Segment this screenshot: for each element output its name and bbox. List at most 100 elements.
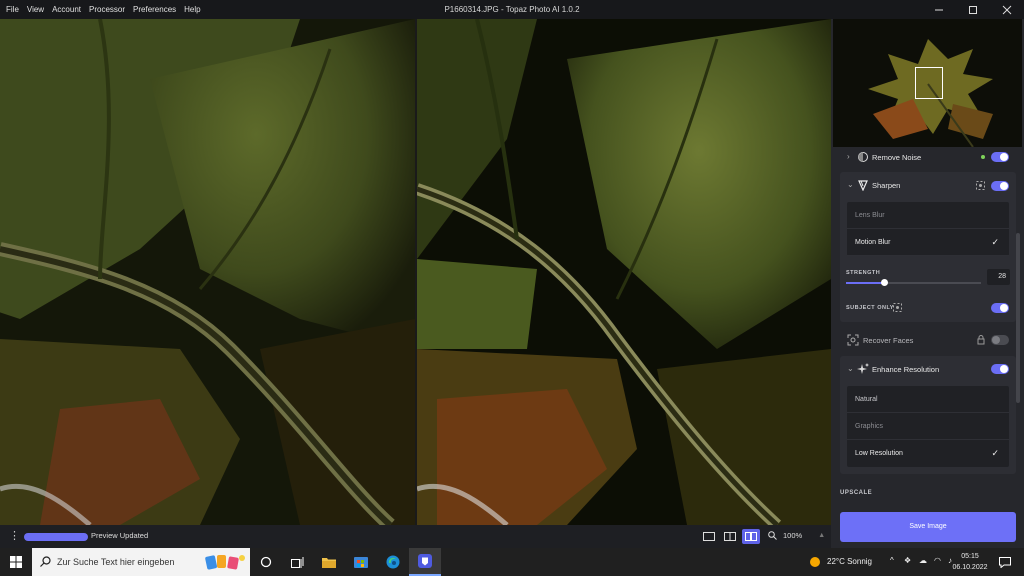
status-text: Preview Updated [91,531,149,540]
topaz-taskbar-button[interactable] [409,548,441,576]
title-bar: File View Account Processor Preferences … [0,0,1024,19]
menu-file[interactable]: File [6,5,19,14]
panel-scrollbar[interactable] [1016,148,1020,548]
option-natural[interactable]: Natural [847,386,1009,413]
menu-preferences[interactable]: Preferences [133,5,176,14]
topaz-app-icon [418,554,432,568]
zoom-up-icon[interactable]: ▲ [818,532,825,539]
taskbar-clock[interactable]: 05:15 06.10.2022 [950,551,990,573]
chevron-right-icon: › [847,152,850,161]
strength-slider-handle[interactable] [881,279,888,286]
scrollbar-thumb[interactable] [1016,233,1020,403]
zoom-icon [768,531,777,540]
processed-preview[interactable] [417,19,831,525]
taskbar-search[interactable]: Zur Suche Text hier eingeben [32,548,250,576]
windows-taskbar: Zur Suche Text hier eingeben 22°C Sonnig… [0,548,1024,576]
strength-slider[interactable] [846,279,981,286]
strength-slider-fill [846,282,884,284]
single-view-icon [703,532,715,541]
menu-account[interactable]: Account [52,5,81,14]
enhance-resolution-label: Enhance Resolution [872,365,940,374]
menu-view[interactable]: View [27,5,44,14]
sharpen-toggle[interactable] [991,181,1009,191]
search-placeholder: Zur Suche Text hier eingeben [57,557,175,567]
check-icon: ✓ [991,237,999,247]
maximize-button[interactable] [956,0,990,19]
task-view-button[interactable] [281,548,313,576]
edge-button[interactable] [377,548,409,576]
store-button[interactable] [345,548,377,576]
check-icon: ✓ [991,448,999,458]
edge-icon [386,555,400,569]
chevron-down-icon: ⌄ [847,364,854,373]
notification-button[interactable] [990,548,1020,576]
enhance-resolution-toggle[interactable] [991,364,1009,374]
preview-area[interactable] [0,19,831,525]
onedrive-icon[interactable]: ☁ [919,556,927,565]
recover-faces-section: Recover Faces [840,327,1016,353]
progress-bar [24,533,88,541]
option-low-resolution-label: Low Resolution [855,450,903,457]
save-image-button[interactable]: Save Image [840,512,1016,542]
chevron-down-icon: ⌄ [847,180,854,189]
navigator-viewport-box[interactable] [915,67,943,99]
sharpen-icon [858,180,868,191]
folder-icon [322,558,336,568]
recover-faces-icon [847,334,859,346]
menu-processor[interactable]: Processor [89,5,125,14]
remove-noise-section: › Remove Noise [840,148,1016,167]
enhance-model-list: Natural Graphics Low Resolution ✓ [847,386,1009,467]
subject-detect-icon[interactable] [976,181,985,190]
clock-time: 05:15 [961,553,979,560]
option-motion-blur[interactable]: Motion Blur ✓ [847,229,1009,256]
menu-bar: File View Account Processor Preferences … [6,0,201,19]
recover-faces-toggle[interactable] [991,335,1009,345]
single-view-button[interactable] [700,529,718,544]
tray-chevron-up-icon[interactable]: ^ [890,556,894,565]
recover-faces-label: Recover Faces [863,336,914,345]
start-button[interactable] [0,548,32,576]
sparkle-icon [857,363,869,374]
sharpen-header[interactable]: ⌄ Sharpen [840,172,1016,200]
remove-noise-toggle[interactable] [991,152,1009,162]
subject-only-toggle[interactable] [991,303,1009,313]
recover-faces-header[interactable]: Recover Faces [840,327,1016,353]
side-by-side-icon [745,532,757,541]
status-dot [981,155,985,159]
subject-only-label: SUBJECT ONLY [846,305,894,311]
minimize-icon [935,9,943,10]
wifi-icon[interactable]: ◠ [934,556,941,565]
minimize-button[interactable] [922,0,956,19]
navigator-thumbnail[interactable] [833,19,1022,147]
option-low-resolution[interactable]: Low Resolution ✓ [847,440,1009,467]
side-by-side-view-button[interactable] [742,529,760,544]
dropbox-icon[interactable]: ❖ [904,556,911,565]
file-explorer-button[interactable] [313,548,345,576]
subject-only-icon [893,303,902,312]
weather-sun-icon [810,557,820,567]
close-button[interactable] [990,0,1024,19]
sharpen-section: ⌄ Sharpen Lens Blur Motion Blur ✓ STRENGT… [840,172,1016,322]
notification-icon [999,556,1011,568]
cortana-button[interactable] [250,548,282,576]
original-preview[interactable] [0,19,415,525]
option-graphics[interactable]: Graphics [847,413,1009,440]
enhance-resolution-section: ⌄ Enhance Resolution Natural Graphics Lo… [840,356,1016,474]
store-icon [354,557,368,568]
strength-value-field[interactable]: 28 [987,269,1010,285]
zoom-control[interactable]: 100% ▲ [768,531,825,540]
lock-icon [977,335,985,345]
search-icon [40,556,51,567]
original-photo [0,19,415,525]
more-options-icon[interactable]: ⋮ [9,530,20,542]
status-bar: ⋮ Preview Updated 100% ▲ [0,525,831,548]
split-view-button[interactable] [721,529,739,544]
menu-help[interactable]: Help [184,5,200,14]
task-view-icon [290,556,303,568]
strength-label: STRENGTH [846,270,881,276]
remove-noise-header[interactable]: › Remove Noise [840,148,1016,167]
enhance-resolution-header[interactable]: ⌄ Enhance Resolution [840,356,1016,384]
upscale-label: UPSCALE [840,490,873,496]
clock-date: 06.10.2022 [952,564,988,571]
option-lens-blur[interactable]: Lens Blur [847,202,1009,229]
